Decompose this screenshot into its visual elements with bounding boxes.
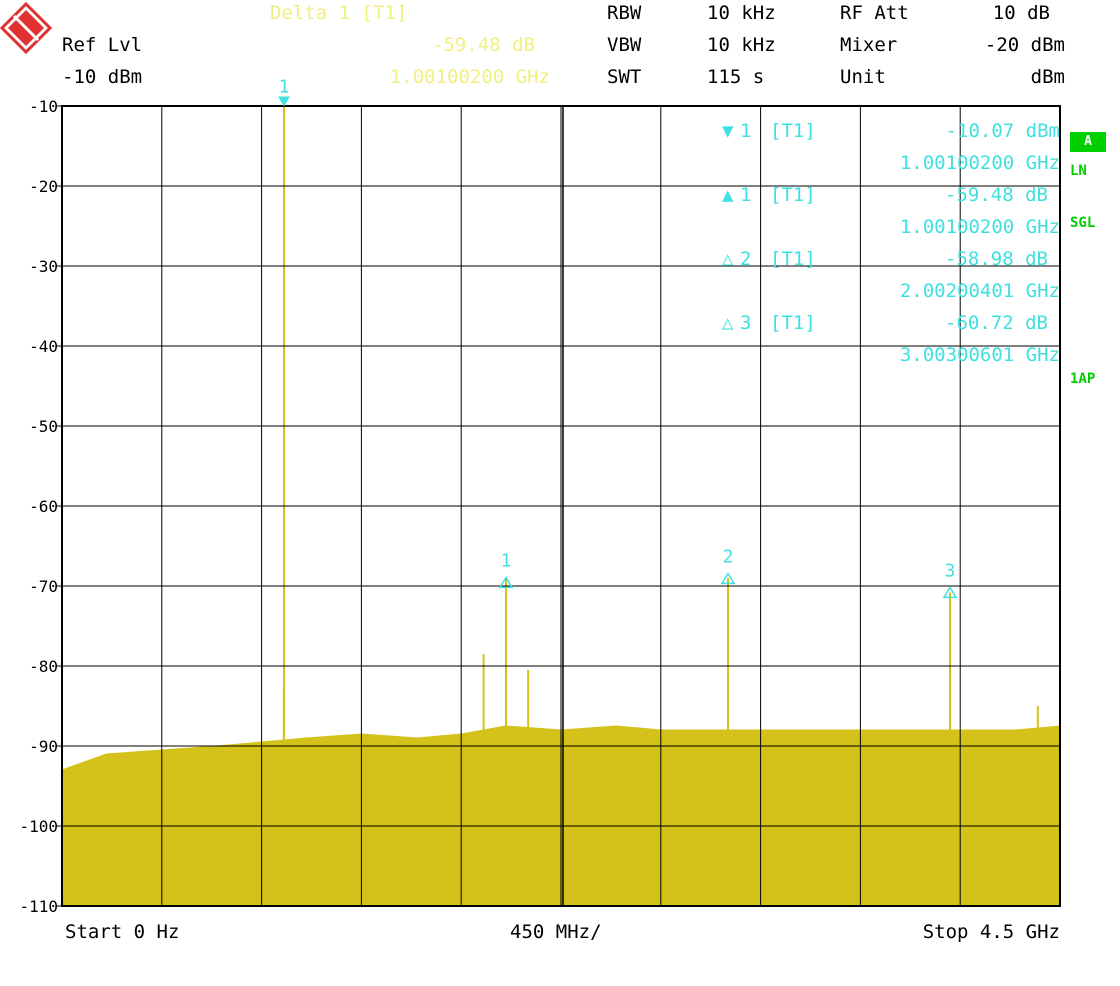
rf-att-value: 10 dB — [992, 2, 1050, 24]
marker-row-symbol: ▲ — [722, 184, 734, 206]
marker-row-freq: 1.00100200 GHz — [899, 216, 1060, 238]
marker-row-value: -10.07 dBm — [945, 120, 1060, 142]
y-tick-label: -110 — [19, 897, 58, 916]
y-tick-label: -70 — [29, 577, 58, 596]
delta-marker-value: -59.48 dB — [432, 34, 535, 56]
span-per-division: 450 MHz/ — [510, 921, 602, 943]
y-tick-label: -40 — [29, 337, 58, 356]
marker-row-freq: 1.00100200 GHz — [899, 152, 1060, 174]
y-tick-label: -60 — [29, 497, 58, 516]
vbw-label: VBW — [607, 34, 642, 56]
marker-row-trace: [T1] — [770, 248, 816, 270]
y-tick-label: -50 — [29, 417, 58, 436]
y-tick-label: -30 — [29, 257, 58, 276]
marker-row-id: 3 — [740, 312, 752, 334]
marker-row-trace: [T1] — [770, 120, 816, 142]
stop-frequency: Stop 4.5 GHz — [922, 921, 1060, 943]
y-tick-label: -80 — [29, 657, 58, 676]
marker-label: 1 — [279, 77, 290, 98]
marker-row-value: -59.48 dB — [945, 184, 1048, 206]
marker-row-freq: 2.00200401 GHz — [899, 280, 1060, 302]
marker-row-trace: [T1] — [770, 312, 816, 334]
start-frequency: Start 0 Hz — [65, 921, 180, 943]
marker-row-id: 1 — [740, 184, 752, 206]
y-tick-label: -10 — [29, 97, 58, 116]
unit-value: dBm — [1030, 66, 1065, 88]
marker-row-id: 2 — [740, 248, 752, 270]
marker-label: 1 — [501, 550, 512, 571]
delta-marker-freq: 1.00100200 GHz — [389, 66, 550, 88]
rs-logo-icon — [0, 2, 52, 54]
unit-label: Unit — [840, 66, 886, 88]
marker-row-freq: 3.00300601 GHz — [899, 344, 1060, 366]
spectrum-plot: 1 1 2 3 -10 -20 -30 -40 -50 -60 -70 -80 -90 -100 -110 — [19, 77, 1061, 916]
trace-a-badge: A — [1070, 132, 1106, 152]
sgl-label: SGL — [1070, 215, 1096, 231]
ap-label: 1AP — [1070, 371, 1096, 387]
marker-row-symbol: ▼ — [722, 120, 734, 142]
y-tick-label: -100 — [19, 817, 58, 836]
rbw-value: 10 kHz — [707, 2, 776, 24]
swt-value: 115 s — [707, 66, 765, 88]
rf-att-label: RF Att — [840, 2, 909, 24]
marker-label: 3 — [945, 560, 956, 581]
marker-label: 2 — [723, 546, 734, 567]
y-tick-label: -90 — [29, 737, 58, 756]
ln-label: LN — [1070, 163, 1087, 179]
mixer-value: -20 dBm — [984, 34, 1065, 56]
mixer-label: Mixer — [840, 34, 898, 56]
marker-row-value: -60.72 dB — [945, 312, 1048, 334]
marker-row-symbol: △ — [722, 248, 734, 270]
marker-row-id: 1 — [740, 120, 752, 142]
ref-level-value: -10 dBm — [62, 66, 143, 88]
ref-level-label: Ref Lvl — [62, 34, 143, 56]
y-tick-label: -20 — [29, 177, 58, 196]
vbw-value: 10 kHz — [707, 34, 776, 56]
swt-label: SWT — [607, 66, 642, 88]
delta-marker-title: Delta 1 [T1] — [270, 2, 408, 24]
marker-row-symbol: △ — [722, 312, 734, 334]
marker-row-value: -58.98 dB — [945, 248, 1048, 270]
rbw-label: RBW — [607, 2, 642, 24]
marker-row-trace: [T1] — [770, 184, 816, 206]
tick-layer: -10 -20 -30 -40 -50 -60 -70 -80 -90 -100 -110 — [19, 97, 62, 916]
